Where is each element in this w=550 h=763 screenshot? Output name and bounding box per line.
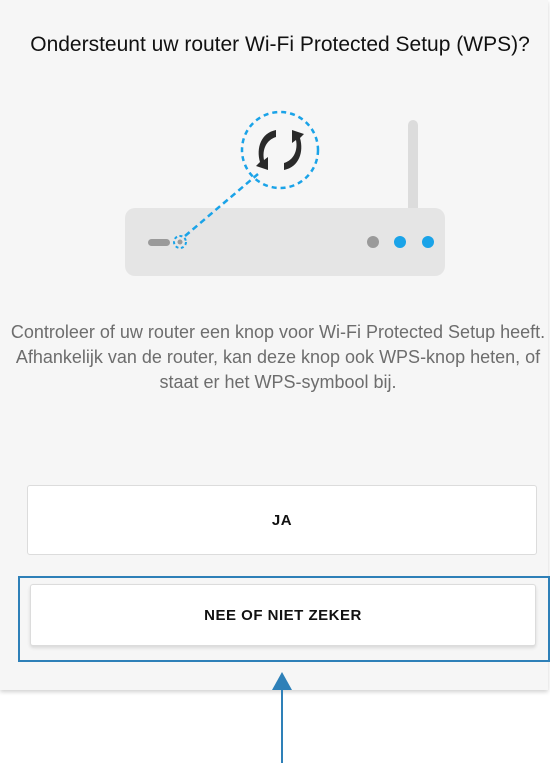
page-title: Ondersteunt uw router Wi-Fi Protected Se… (30, 33, 530, 56)
arrow-up-icon (272, 672, 292, 763)
router-antenna (408, 120, 418, 214)
wps-question-screen: Ondersteunt uw router Wi-Fi Protected Se… (0, 0, 548, 690)
no-or-not-sure-button[interactable]: NEE OF NIET ZEKER (30, 584, 536, 646)
router-port (148, 239, 170, 246)
wps-icon (256, 130, 304, 170)
router-led-blue-2 (422, 236, 434, 248)
router-wps-illustration (125, 110, 445, 276)
router-led-blue-1 (394, 236, 406, 248)
yes-button[interactable]: JA (27, 485, 537, 555)
description-text: Controleer of uw router een knop voor Wi… (10, 322, 546, 392)
router-led-gray (367, 236, 379, 248)
